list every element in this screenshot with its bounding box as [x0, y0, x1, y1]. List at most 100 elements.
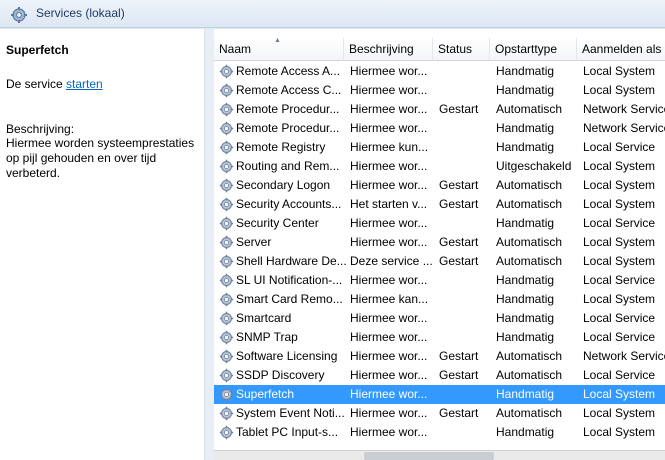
service-logon-cell: Local System: [583, 159, 656, 173]
service-description-cell: Hiermee wor...: [350, 368, 428, 382]
column-header-logon[interactable]: Aanmelden als: [577, 38, 665, 61]
column-header-name-label: Naam: [219, 42, 252, 56]
service-row[interactable]: System Event Noti... Hiermee wor... Gestar…: [214, 404, 665, 423]
service-row[interactable]: SL UI Notification-... Hiermee wor... Hand…: [214, 271, 665, 290]
service-startup-cell: Automatisch: [496, 102, 563, 116]
service-status-cell: [439, 290, 489, 309]
service-logon-cell: Local Service: [583, 368, 656, 382]
service-logon-cell: Local Service: [583, 140, 656, 154]
column-header-status[interactable]: Status: [433, 38, 490, 61]
service-name-cell: SL UI Notification-...: [236, 273, 343, 287]
service-row[interactable]: Server Hiermee wor... Gestart Automatisch Lo…: [214, 233, 665, 252]
service-name-cell: Shell Hardware De...: [236, 254, 346, 268]
scrollbar-thumb[interactable]: [364, 452, 494, 460]
service-gear-icon: [219, 273, 234, 288]
service-startup-cell: Handmatig: [496, 64, 555, 78]
service-logon-cell: Local System: [583, 197, 656, 211]
service-logon-cell: Local Service: [583, 216, 656, 230]
pane-splitter[interactable]: [205, 29, 214, 460]
service-gear-icon: [219, 235, 234, 250]
service-startup-cell: Handmatig: [496, 292, 555, 306]
service-startup-cell: Handmatig: [496, 216, 555, 230]
service-logon-cell: Local System: [583, 387, 656, 401]
horizontal-scrollbar[interactable]: [214, 450, 665, 460]
service-logon-cell: Local System: [583, 64, 656, 78]
service-description-cell: Hiermee wor...: [350, 349, 428, 363]
service-gear-icon: [219, 425, 234, 440]
service-logon-cell: Network Service: [583, 349, 665, 363]
service-gear-icon: [219, 159, 234, 174]
service-startup-cell: Handmatig: [496, 311, 555, 325]
column-header-startup[interactable]: Opstarttype: [490, 38, 577, 61]
service-startup-cell: Handmatig: [496, 330, 555, 344]
service-status-cell: Gestart: [439, 102, 479, 116]
service-description-cell: Hiermee wor...: [350, 273, 428, 287]
service-row[interactable]: SNMP Trap Hiermee wor... Handmatig Local Se…: [214, 328, 665, 347]
service-status-cell: [439, 157, 489, 176]
service-gear-icon: [219, 83, 234, 98]
column-header-row: ▲ Naam Beschrijving Status Opstarttype A…: [214, 38, 665, 61]
sort-ascending-icon: ▲: [274, 38, 281, 44]
service-status-cell: [439, 328, 489, 347]
service-startup-cell: Automatisch: [496, 178, 563, 192]
service-name-cell: Software Licensing: [236, 349, 338, 363]
service-row[interactable]: Remote Procedur... Hiermee wor... Handmati…: [214, 119, 665, 138]
service-row[interactable]: Security Accounts... Het starten v... Gest…: [214, 195, 665, 214]
service-row[interactable]: Security Center Hiermee wor... Handmatig Lo…: [214, 214, 665, 233]
service-status-cell: [439, 309, 489, 328]
service-action-prefix: De service: [6, 77, 67, 91]
service-name-cell: Remote Procedur...: [236, 102, 340, 116]
column-header-description[interactable]: Beschrijving: [344, 38, 433, 61]
service-status-cell: Gestart: [439, 178, 479, 192]
service-action: De service starten: [6, 77, 103, 91]
service-description-cell: Deze service ...: [350, 254, 433, 268]
service-row[interactable]: Remote Procedur... Hiermee wor... Gestart A…: [214, 100, 665, 119]
service-startup-cell: Automatisch: [496, 197, 563, 211]
service-description-cell: Hiermee wor...: [350, 102, 428, 116]
service-gear-icon: [219, 64, 234, 79]
description-text: Hiermee worden systeemprestaties op pijl…: [6, 136, 195, 180]
service-name-cell: Remote Procedur...: [236, 121, 340, 135]
service-status-cell: [439, 119, 489, 138]
service-row[interactable]: Smartcard Hiermee wor... Handmatig Local Se…: [214, 309, 665, 328]
service-row[interactable]: Remote Registry Hiermee kun... Handmatig Lo…: [214, 138, 665, 157]
service-logon-cell: Local Service: [583, 330, 656, 344]
service-row[interactable]: Software Licensing Hiermee wor... Gestart A…: [214, 347, 665, 366]
service-row[interactable]: Shell Hardware De... Deze service ... Gest…: [214, 252, 665, 271]
service-status-cell: Gestart: [439, 254, 479, 268]
service-logon-cell: Local System: [583, 254, 656, 268]
service-description-cell: Hiermee wor...: [350, 235, 428, 249]
service-logon-cell: Network Service: [583, 102, 665, 116]
service-description-cell: Hiermee kan...: [350, 292, 429, 306]
service-name-cell: Smart Card Remo...: [236, 292, 343, 306]
service-logon-cell: Local System: [583, 425, 656, 439]
service-gear-icon: [219, 330, 234, 345]
service-name-cell: SNMP Trap: [236, 330, 298, 344]
service-logon-cell: Local System: [583, 235, 656, 249]
service-row[interactable]: Remote Access A... Hiermee wor... Handmati…: [214, 62, 665, 81]
service-description-cell: Hiermee kun...: [350, 140, 429, 154]
service-gear-icon: [219, 197, 234, 212]
service-gear-icon: [219, 311, 234, 326]
service-description-cell: Hiermee wor...: [350, 406, 428, 420]
service-gear-icon: [219, 121, 234, 136]
service-row[interactable]: Remote Access C... Hiermee wor... Handmati…: [214, 81, 665, 100]
service-status-cell: [439, 271, 489, 290]
column-header-startup-label: Opstarttype: [495, 42, 558, 56]
service-status-cell: Gestart: [439, 197, 479, 211]
service-row[interactable]: Smart Card Remo... Hiermee kan... Handmati…: [214, 290, 665, 309]
service-row[interactable]: SSDP Discovery Hiermee wor... Gestart Autom…: [214, 366, 665, 385]
service-startup-cell: Handmatig: [496, 425, 555, 439]
service-startup-cell: Handmatig: [496, 387, 555, 401]
column-header-name[interactable]: ▲ Naam: [214, 38, 344, 61]
service-description-cell: Hiermee wor...: [350, 121, 428, 135]
service-row[interactable]: Tablet PC Input-s... Hiermee wor... Handma…: [214, 423, 665, 442]
service-row[interactable]: Secondary Logon Hiermee wor... Gestart Auto…: [214, 176, 665, 195]
service-name-cell: Security Accounts...: [236, 197, 342, 211]
service-description-cell: Hiermee wor...: [350, 83, 428, 97]
service-row[interactable]: Superfetch Hiermee wor... Handmatig Local S…: [214, 385, 665, 404]
start-service-link[interactable]: starten: [66, 77, 103, 91]
service-status-cell: [439, 62, 489, 81]
selected-service-name: Superfetch: [6, 43, 69, 57]
service-row[interactable]: Routing and Rem... Hiermee wor... Uitgesch…: [214, 157, 665, 176]
